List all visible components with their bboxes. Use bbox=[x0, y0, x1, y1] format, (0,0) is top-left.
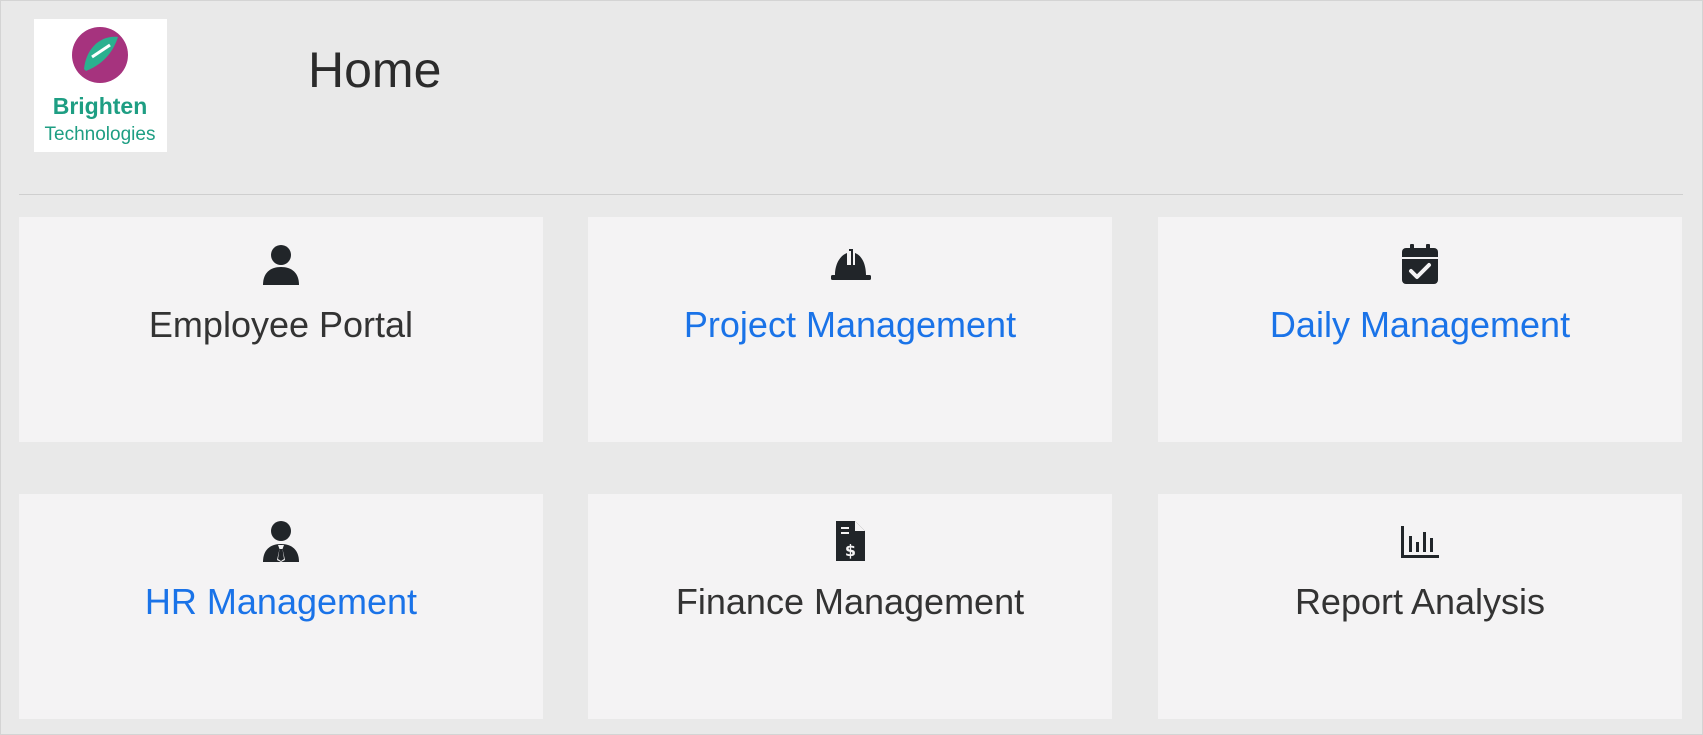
calendar-check-icon bbox=[1399, 243, 1441, 285]
module-label[interactable]: Project Management bbox=[588, 303, 1112, 347]
app-frame: Brighten Technologies Home Employee Port… bbox=[0, 0, 1703, 735]
module-card-daily-management[interactable]: Daily Management bbox=[1158, 217, 1682, 442]
module-card-employee-portal[interactable]: Employee Portal bbox=[19, 217, 543, 442]
logo-line2: Technologies bbox=[45, 124, 156, 145]
logo-line1: Brighten bbox=[53, 93, 148, 119]
header-divider bbox=[19, 194, 1683, 195]
user-tie-icon bbox=[260, 520, 302, 562]
module-label: Report Analysis bbox=[1294, 581, 1546, 622]
module-card-hr-management[interactable]: HR Management bbox=[19, 494, 543, 719]
svg-text:$: $ bbox=[845, 541, 856, 560]
module-card-finance-management[interactable]: $ Finance Management bbox=[588, 494, 1112, 719]
page-title: Home bbox=[308, 42, 442, 98]
hard-hat-icon bbox=[829, 243, 871, 285]
module-label: Employee Portal bbox=[148, 304, 414, 345]
brand-logo-icon: Brighten Technologies bbox=[45, 27, 156, 145]
module-card-project-management[interactable]: Project Management bbox=[588, 217, 1112, 442]
file-invoice-dollar-icon: $ bbox=[829, 520, 871, 562]
module-label[interactable]: Daily Management bbox=[1158, 303, 1682, 347]
user-icon bbox=[260, 243, 302, 285]
module-label[interactable]: HR Management bbox=[19, 580, 543, 624]
chart-bar-icon bbox=[1399, 520, 1441, 562]
company-logo[interactable]: Brighten Technologies bbox=[34, 19, 167, 152]
module-card-report-analysis[interactable]: Report Analysis bbox=[1158, 494, 1682, 719]
module-label: Finance Management bbox=[675, 581, 1025, 622]
